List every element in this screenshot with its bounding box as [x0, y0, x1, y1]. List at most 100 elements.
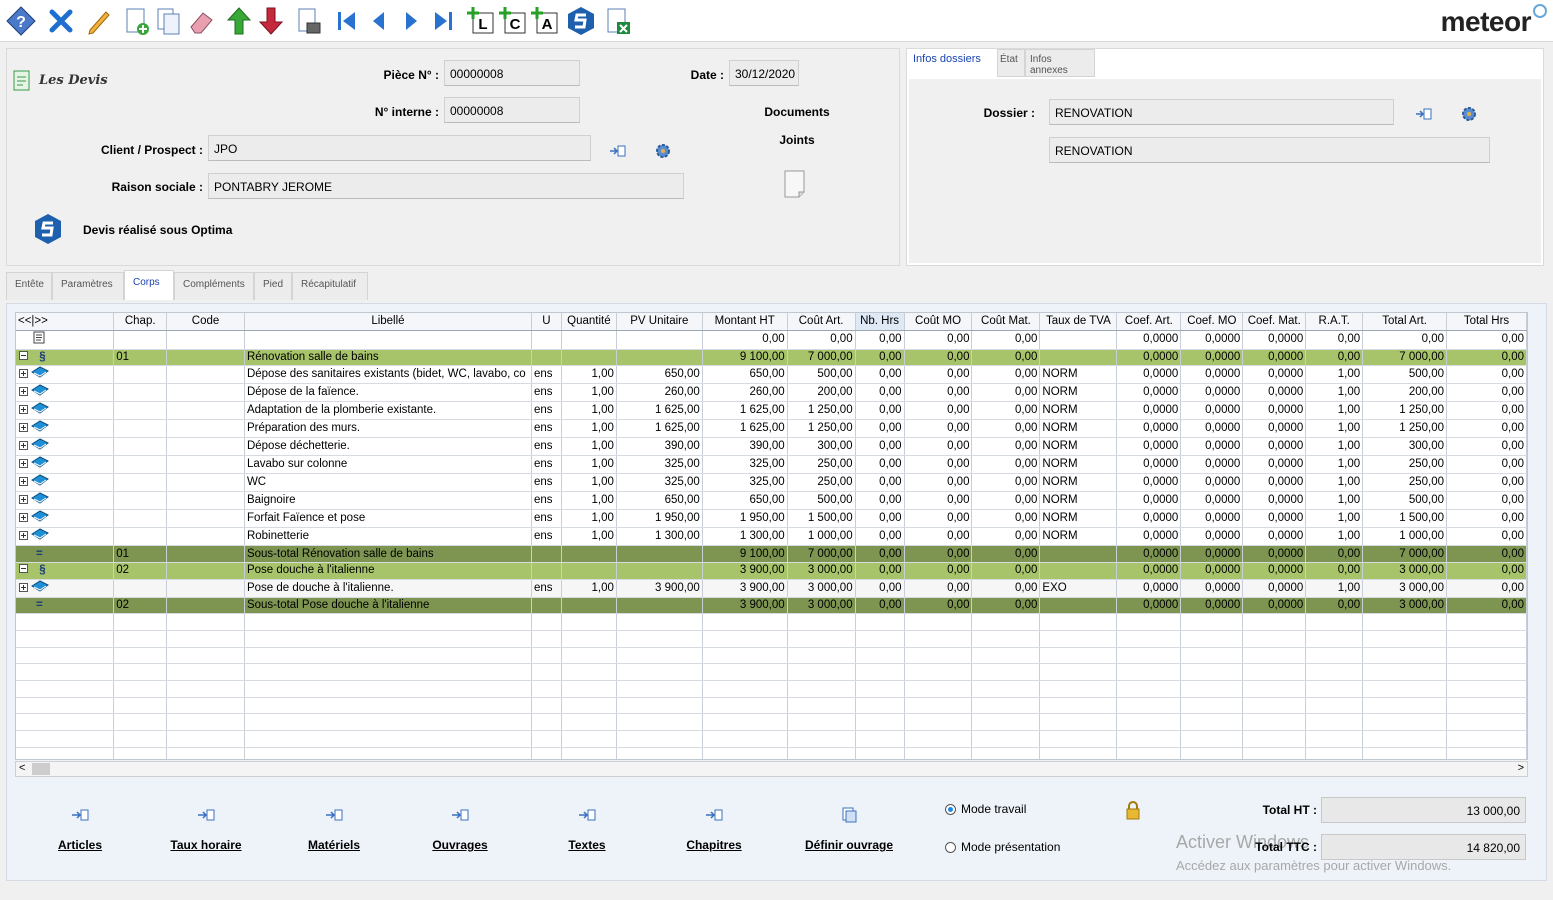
empty-cell[interactable] [855, 647, 905, 665]
cell-qte[interactable]: 1,00 [561, 383, 617, 403]
row-marker[interactable] [16, 330, 115, 350]
dossier-settings-icon[interactable] [1459, 105, 1479, 123]
empty-cell[interactable] [702, 680, 788, 698]
empty-cell[interactable] [1446, 663, 1527, 681]
tab-parametres[interactable]: Paramètres [52, 272, 124, 300]
cell-cmo[interactable]: 0,00 [904, 527, 973, 547]
cell-u[interactable]: ens [531, 509, 562, 529]
empty-cell[interactable] [244, 680, 532, 698]
empty-cell[interactable] [904, 747, 973, 759]
textes-button[interactable]: Textes [532, 806, 642, 852]
cell-coefa[interactable]: 0,0000 [1116, 597, 1182, 615]
first-record-icon[interactable] [332, 5, 362, 37]
empty-cell[interactable] [616, 647, 703, 665]
cell-u[interactable]: ens [531, 579, 562, 598]
cell-u[interactable]: ens [531, 365, 562, 385]
row-marker[interactable] [16, 383, 115, 403]
expand-icon[interactable] [19, 459, 28, 471]
cell-nbh[interactable]: 0,00 [855, 527, 905, 547]
cell-mht[interactable]: 1 625,00 [702, 401, 788, 421]
expand-icon[interactable] [19, 495, 28, 507]
empty-cell[interactable] [1180, 697, 1244, 715]
cell-coefmo[interactable]: 0,0000 [1180, 349, 1244, 367]
cell-cmat[interactable]: 0,00 [971, 597, 1041, 615]
mode-presentation-dot[interactable] [945, 841, 956, 853]
cell-thrs[interactable]: 0,00 [1446, 562, 1527, 580]
empty-cell[interactable] [244, 697, 532, 715]
cell-rat[interactable]: 0,00 [1305, 562, 1364, 580]
empty-cell[interactable] [561, 680, 617, 698]
cell-cmo[interactable]: 0,00 [904, 597, 973, 615]
cell-rat[interactable]: 1,00 [1305, 527, 1364, 547]
cell-coefmo[interactable]: 0,0000 [1180, 509, 1244, 529]
empty-cell[interactable] [904, 713, 973, 732]
empty-cell[interactable] [1039, 663, 1118, 681]
cell-pvu[interactable]: 3 900,00 [616, 579, 703, 598]
cell-tart[interactable]: 300,00 [1362, 437, 1447, 457]
cell-coefmo[interactable]: 0,0000 [1180, 419, 1244, 439]
empty-row[interactable] [16, 680, 1527, 698]
empty-cell[interactable] [113, 630, 168, 648]
duplicate-icon[interactable] [154, 5, 184, 37]
tab-infos-annexes[interactable]: Infos annexes [1025, 49, 1095, 77]
cell-pvu[interactable]: 390,00 [616, 437, 703, 457]
empty-row[interactable] [16, 697, 1527, 715]
col-coef-mat[interactable]: Coef. Mat. [1242, 313, 1307, 331]
cell-lib[interactable]: Pose de douche à l'italienne. [244, 579, 532, 598]
cell-cmo[interactable]: 0,00 [904, 545, 973, 563]
empty-cell[interactable] [1242, 713, 1307, 732]
empty-cell[interactable] [1116, 663, 1182, 681]
cell-cart[interactable]: 500,00 [787, 491, 856, 511]
cell-rat[interactable]: 1,00 [1305, 419, 1364, 439]
cell-mht[interactable]: 3 900,00 [702, 579, 788, 598]
table-row[interactable]: WC ens 1,00 325,00 325,00 250,00 0,00 0,00 0,00 N… [16, 473, 1527, 493]
empty-row[interactable] [16, 713, 1527, 732]
cell-tart[interactable]: 3 000,00 [1362, 597, 1447, 615]
cell-qte[interactable] [561, 597, 617, 615]
cell-chap[interactable] [113, 579, 168, 598]
empty-cell[interactable] [244, 747, 532, 759]
table-row[interactable]: Préparation des murs. ens 1,00 1 625,00 1 62… [16, 419, 1527, 439]
cell-cmat[interactable]: 0,00 [971, 401, 1041, 421]
empty-cell[interactable] [1242, 663, 1307, 681]
col-coef-art[interactable]: Coef. Art. [1116, 313, 1182, 331]
cell-cart[interactable]: 200,00 [787, 383, 856, 403]
cell-mht[interactable]: 9 100,00 [702, 545, 788, 563]
cell-coefmo[interactable]: 0,0000 [1180, 383, 1244, 403]
cell-code[interactable] [166, 562, 245, 580]
cell-qte[interactable] [561, 562, 617, 580]
cell-tart[interactable]: 1 500,00 [1362, 509, 1447, 529]
col-code[interactable]: Code [166, 313, 245, 331]
col-unite[interactable]: U [531, 313, 562, 331]
table-row[interactable]: Lavabo sur colonne ens 1,00 325,00 325,00 250… [16, 455, 1527, 475]
empty-cell[interactable] [166, 680, 245, 698]
cell-coefa[interactable]: 0,0000 [1116, 473, 1182, 493]
cell-thrs[interactable]: 0,00 [1446, 401, 1527, 421]
cell-thrs[interactable]: 0,00 [1446, 330, 1527, 350]
empty-cell[interactable] [1446, 647, 1527, 665]
empty-cell[interactable] [904, 680, 973, 698]
empty-cell[interactable] [1446, 613, 1527, 631]
cell-chap[interactable] [113, 330, 168, 350]
cell-coefmat[interactable]: 0,0000 [1242, 527, 1307, 547]
empty-cell[interactable] [616, 713, 703, 732]
empty-cell[interactable] [16, 680, 115, 698]
collapse-icon[interactable] [19, 350, 28, 363]
cell-rat[interactable]: 1,00 [1305, 401, 1364, 421]
empty-cell[interactable] [1039, 647, 1118, 665]
scroll-thumb[interactable] [32, 763, 50, 775]
empty-cell[interactable] [113, 713, 168, 732]
empty-cell[interactable] [616, 730, 703, 748]
cell-thrs[interactable]: 0,00 [1446, 597, 1527, 615]
cell-coefmo[interactable]: 0,0000 [1180, 365, 1244, 385]
cell-cmat[interactable]: 0,00 [971, 455, 1041, 475]
cell-cmo[interactable]: 0,00 [904, 562, 973, 580]
cell-coefmat[interactable]: 0,0000 [1242, 491, 1307, 511]
empty-cell[interactable] [855, 713, 905, 732]
cell-chap[interactable] [113, 383, 168, 403]
cell-coefa[interactable]: 0,0000 [1116, 455, 1182, 475]
client-field[interactable]: JPO [208, 135, 591, 161]
cell-tva[interactable]: NORM [1039, 455, 1118, 475]
cell-mht[interactable]: 325,00 [702, 455, 788, 475]
empty-cell[interactable] [16, 730, 115, 748]
